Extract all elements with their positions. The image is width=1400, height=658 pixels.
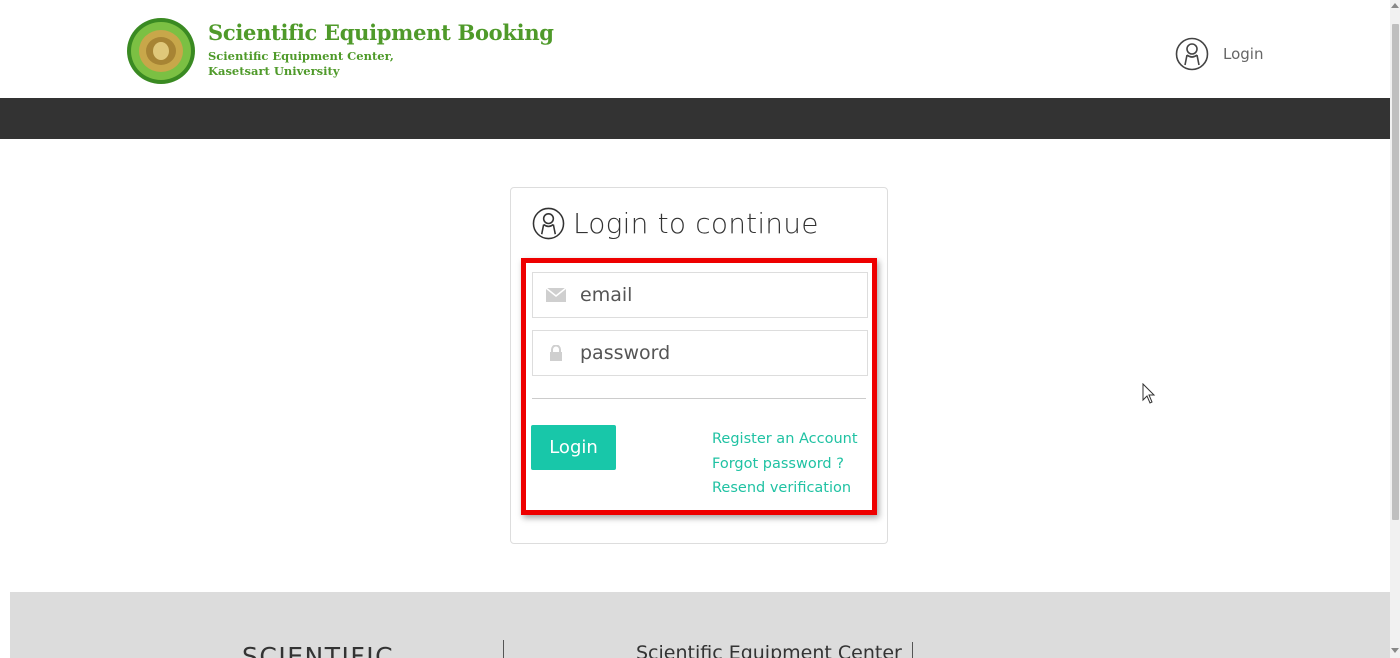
brand-subtitle-line-1: Scientific Equipment Center, xyxy=(208,49,394,63)
login-card-title: Login to continue xyxy=(532,207,819,240)
login-title-text: Login to continue xyxy=(573,207,819,240)
brand-subtitle-line-2: Kasetsart University xyxy=(208,64,340,78)
university-seal-icon[interactable] xyxy=(126,17,196,85)
footer-left-text: SCIENTIFIC xyxy=(242,642,395,658)
brand-title[interactable]: Scientific Equipment Booking xyxy=(208,20,554,45)
site-header: Scientific Equipment Booking Scientific … xyxy=(0,0,1390,98)
highlight-box xyxy=(521,258,877,515)
footer-separator xyxy=(503,640,504,658)
scrollbar-thumb[interactable] xyxy=(1392,24,1399,520)
site-footer: SCIENTIFIC Scientific Equipment Center xyxy=(10,592,1390,658)
user-circle-icon xyxy=(1175,37,1209,71)
scroll-up-arrow-icon[interactable] xyxy=(1391,3,1399,8)
navbar xyxy=(0,98,1390,139)
user-circle-icon xyxy=(532,207,565,240)
footer-separator xyxy=(911,642,913,658)
header-login-link[interactable]: Login xyxy=(1175,37,1263,71)
brand-subtitle: Scientific Equipment Center, Kasetsart U… xyxy=(208,49,394,79)
scroll-down-arrow-icon[interactable] xyxy=(1391,648,1399,653)
mouse-cursor-icon xyxy=(1142,383,1156,404)
footer-center-text: Scientific Equipment Center xyxy=(636,642,902,658)
footer-center: Scientific Equipment Center xyxy=(636,642,913,658)
header-login-label[interactable]: Login xyxy=(1223,45,1263,63)
